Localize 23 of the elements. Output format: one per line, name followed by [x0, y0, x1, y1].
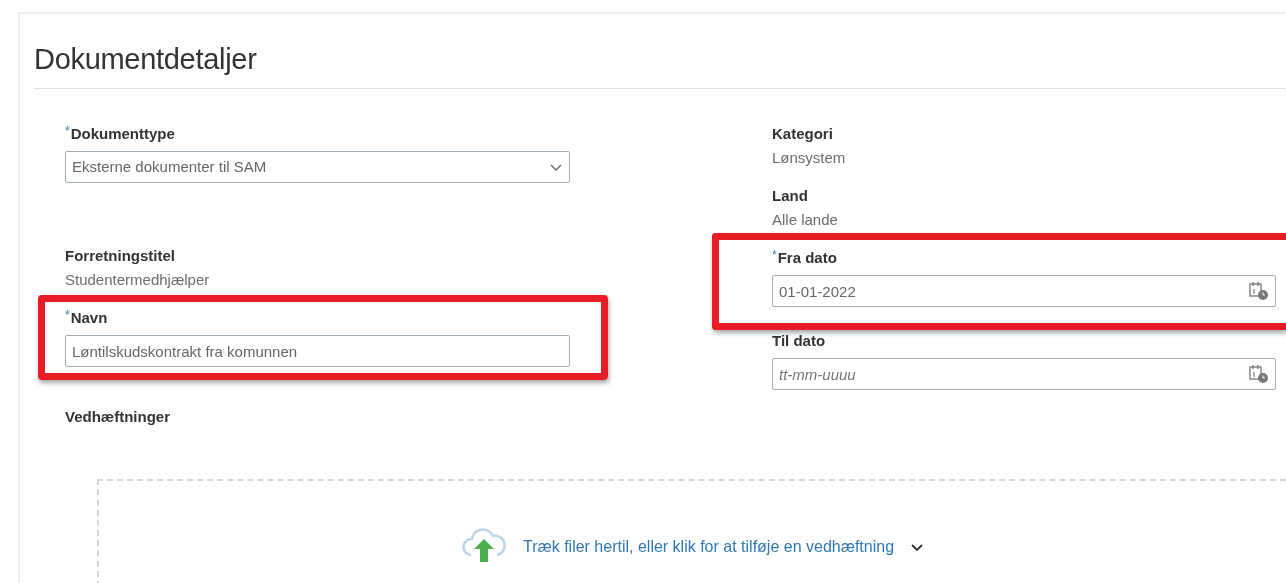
chevron-down-icon	[549, 162, 563, 172]
date-field[interactable]: tt-mm-uuuu	[772, 358, 1276, 390]
field-label: Til dato	[772, 331, 826, 350]
drop-zone-text[interactable]: Træk filer hertil, eller klik for at tilføje en vedhæftning	[522, 535, 895, 559]
field-label: $^{*}$Navn	[65, 308, 108, 327]
section-label: Vedhæftninger	[65, 407, 170, 426]
page-title: Dokumentdetaljer	[34, 40, 1286, 89]
field-label: Land	[772, 186, 808, 205]
field-label: $^{*}$Fra dato	[772, 248, 837, 267]
field-value: Alle lande	[772, 210, 838, 229]
chevron-down-icon[interactable]	[910, 543, 925, 552]
field-label: Kategori	[772, 124, 833, 143]
drop-zone[interactable]: Træk filer hertil, eller klik for at tilføje en vedhæftning	[97, 479, 1286, 583]
field-value: Lønsystem	[772, 148, 846, 167]
calendar-clock-icon[interactable]	[1248, 280, 1270, 302]
cloud-upload-icon	[460, 527, 507, 563]
date-field[interactable]: 01-01-2022	[772, 275, 1276, 307]
input-field[interactable]: Løntilskudskontrakt fra komunnen	[65, 335, 570, 367]
calendar-clock-icon[interactable]	[1248, 363, 1270, 385]
dropdown-field[interactable]: Eksterne dokumenter til SAM	[65, 151, 570, 183]
field-label: $^{*}$Dokumenttype	[65, 124, 175, 143]
field-label: Forretningstitel	[65, 246, 175, 265]
field-value: Studentermedhjælper	[65, 270, 210, 289]
